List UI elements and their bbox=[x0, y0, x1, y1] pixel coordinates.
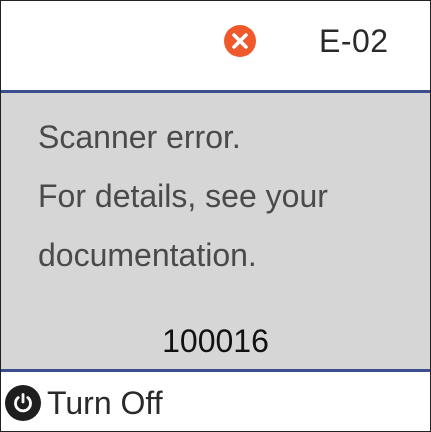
message-line: For details, see your bbox=[38, 178, 328, 214]
message-line: Scanner error. bbox=[38, 119, 241, 155]
error-code: E-02 bbox=[319, 23, 389, 59]
status-header: E-02 bbox=[1, 1, 430, 90]
error-x-icon bbox=[224, 25, 256, 57]
printer-lcd-screen: E-02 Scanner error. For details, see you… bbox=[0, 0, 431, 432]
footer-bar: Turn Off bbox=[1, 372, 430, 431]
turn-off-button[interactable]: Turn Off bbox=[5, 384, 163, 422]
error-message-panel: Scanner error. For details, see your doc… bbox=[1, 90, 430, 372]
power-icon bbox=[5, 385, 41, 421]
message-line: documentation. bbox=[38, 237, 257, 273]
turn-off-label: Turn Off bbox=[47, 385, 163, 421]
error-detail-code: 100016 bbox=[162, 323, 269, 359]
